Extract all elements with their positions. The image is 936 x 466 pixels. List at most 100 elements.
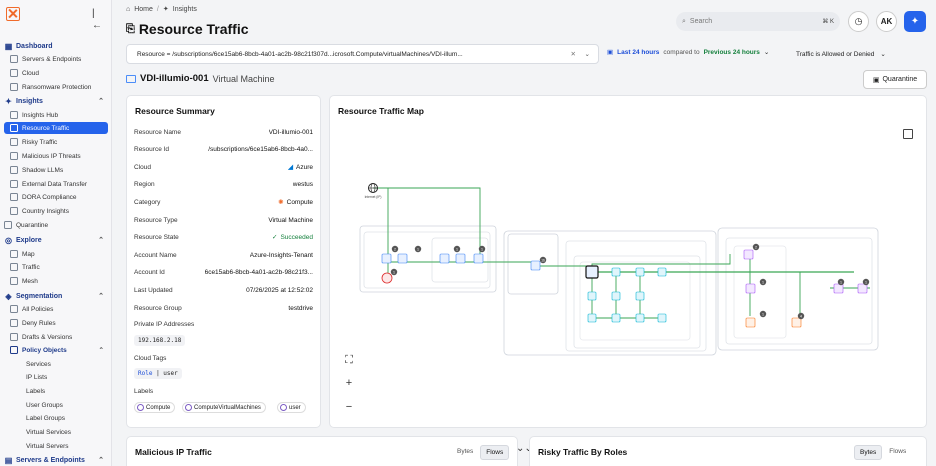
- sidebar-item-services[interactable]: Services: [26, 358, 108, 370]
- sidebar-item-label-groups[interactable]: Label Groups: [26, 412, 108, 424]
- compute-icon: ✺: [278, 199, 284, 206]
- clear-icon[interactable]: ✕: [571, 50, 576, 58]
- collapse-sidebar-icon[interactable]: |←: [92, 8, 104, 31]
- toggle-bytes[interactable]: Bytes: [854, 445, 883, 460]
- sidebar-section-insights[interactable]: ✦ Insights ⌃: [4, 95, 108, 107]
- map-node[interactable]: [587, 313, 597, 323]
- sidebar-item-malicious-ip[interactable]: Malicious IP Threats: [10, 150, 108, 162]
- globe-icon: [10, 207, 18, 215]
- sidebar-section-dashboard[interactable]: ▦ Dashboard: [4, 40, 108, 52]
- sidebar-item-drafts-versions[interactable]: Drafts & Versions: [10, 331, 108, 343]
- map-node[interactable]: [857, 283, 868, 294]
- map-node[interactable]: [473, 253, 484, 264]
- sidebar-item-traffic[interactable]: Traffic: [10, 261, 108, 273]
- sidebar-item-quarantine[interactable]: Quarantine: [4, 219, 108, 231]
- map-node[interactable]: [833, 283, 844, 294]
- breadcrumb-insights[interactable]: Insights: [173, 6, 197, 13]
- sidebar-item-virtual-servers[interactable]: Virtual Servers: [26, 440, 108, 452]
- ai-assistant-icon[interactable]: ✦: [904, 11, 926, 32]
- sidebar-item-shadow-llms[interactable]: Shadow LLMs: [10, 164, 108, 176]
- map-node[interactable]: [587, 291, 597, 301]
- sidebar-item-deny-rules[interactable]: Deny Rules: [10, 317, 108, 329]
- toggle-bytes[interactable]: Bytes: [452, 445, 478, 460]
- server-icon: [10, 55, 18, 63]
- sidebar-item-map[interactable]: Map: [10, 248, 108, 260]
- map-node[interactable]: [745, 283, 756, 294]
- history-icon[interactable]: ◷: [848, 11, 869, 32]
- sidebar-item-labels[interactable]: Labels: [26, 385, 108, 397]
- private-ip-label: Private IP Addresses: [134, 321, 195, 328]
- zoom-out-icon[interactable]: −: [340, 398, 358, 416]
- sidebar-item-cloud[interactable]: Cloud: [10, 67, 108, 79]
- map-node[interactable]: [611, 291, 621, 301]
- sidebar-item-dora[interactable]: DORA Compliance: [10, 191, 108, 203]
- avatar[interactable]: AK: [876, 11, 897, 32]
- sidebar-item-country-insights[interactable]: Country Insights: [10, 205, 108, 217]
- summary-row: Resource Name VDI-illumio-001: [134, 128, 313, 136]
- illumio-logo-icon[interactable]: [6, 7, 20, 21]
- region-box: [503, 230, 717, 356]
- expand-icon[interactable]: [903, 129, 913, 139]
- selected-vm-node[interactable]: [585, 265, 599, 279]
- compliance-icon: [10, 193, 18, 201]
- map-node[interactable]: [397, 253, 408, 264]
- map-node[interactable]: [657, 267, 667, 277]
- sidebar-item-ip-lists[interactable]: IP Lists: [26, 371, 108, 383]
- traffic-link: [750, 271, 801, 320]
- map-node[interactable]: [745, 317, 756, 328]
- sidebar-item-mesh[interactable]: Mesh: [10, 275, 108, 287]
- sidebar-item-virtual-services[interactable]: Virtual Services: [26, 426, 108, 438]
- sidebar-item-user-groups[interactable]: User Groups: [26, 399, 108, 411]
- search-input[interactable]: ⌕ Search ⌘ K: [676, 12, 840, 31]
- map-node[interactable]: [611, 313, 621, 323]
- traffic-filter-select[interactable]: Traffic is Allowed or Denied ⌄: [790, 44, 910, 64]
- breadcrumb-home[interactable]: Home: [134, 6, 153, 13]
- sidebar-section-explore[interactable]: ◎ Explore ⌃: [4, 234, 108, 246]
- quarantine-button[interactable]: ▣ Quarantine: [863, 70, 927, 89]
- chevron-up-icon: ⌃: [98, 457, 104, 464]
- node-count-badge: 16: [539, 256, 547, 264]
- quarantine-icon: ▣: [872, 76, 880, 84]
- zoom-in-icon[interactable]: +: [340, 374, 358, 392]
- resource-filter-value: /subscriptions/6ce15ab6-8bcb-4a01-ac2b-9…: [172, 50, 463, 58]
- sidebar-item-risky-traffic[interactable]: Risky Traffic: [10, 136, 108, 148]
- time-range-selector[interactable]: ▣ Last 24 hours compared to Previous 24 …: [607, 48, 769, 57]
- map-node[interactable]: [635, 267, 645, 277]
- summary-row: Last Updated 07/26/2025 at 12:52:02: [134, 286, 313, 294]
- map-node-alert[interactable]: [381, 272, 393, 284]
- toggle-flows[interactable]: Flows: [884, 445, 911, 460]
- chevron-up-icon: ⌃: [98, 293, 104, 300]
- sidebar-item-ransomware[interactable]: Ransomware Protection: [10, 81, 108, 93]
- sidebar-item-resource-traffic[interactable]: Resource Traffic: [4, 122, 108, 134]
- toggle-flows[interactable]: Flows: [480, 445, 510, 460]
- sidebar-item-servers-endpoints[interactable]: Servers & Endpoints: [10, 53, 108, 65]
- traffic-icon: [10, 124, 18, 132]
- page-title: ⎘ Resource Traffic: [126, 21, 249, 37]
- map-node[interactable]: [455, 253, 466, 264]
- sidebar-section-servers-endpoints[interactable]: ▤ Servers & Endpoints ⌃: [4, 454, 108, 466]
- sidebar-item-external-data[interactable]: External Data Transfer: [10, 178, 108, 190]
- resource-filter-field[interactable]: Resource = /subscriptions/6ce15ab6-8bcb-…: [126, 44, 599, 64]
- map-node[interactable]: [635, 291, 645, 301]
- map-icon: [10, 250, 18, 258]
- summary-row: Resource Id/subscriptions/6ce15ab6-8bcb-…: [134, 145, 313, 153]
- map-node[interactable]: [635, 313, 645, 323]
- map-node[interactable]: [743, 249, 754, 260]
- map-node[interactable]: [611, 267, 621, 277]
- home-icon[interactable]: ⌂: [126, 6, 130, 13]
- chevron-down-icon[interactable]: ⌄: [585, 50, 590, 58]
- sidebar-section-segmentation[interactable]: ◈ Segmentation ⌃: [4, 290, 108, 302]
- sidebar-item-insights-hub[interactable]: Insights Hub: [10, 109, 108, 121]
- sidebar-item-all-policies[interactable]: All Policies: [10, 303, 108, 315]
- sidebar-section-policy-objects[interactable]: Policy Objects ⌃: [10, 344, 108, 356]
- map-node[interactable]: [657, 313, 667, 323]
- map-node[interactable]: [381, 253, 392, 264]
- labels-label: Labels: [134, 388, 154, 395]
- map-node[interactable]: [439, 253, 450, 264]
- compare-range-value: Previous 24 hours: [703, 48, 760, 56]
- fit-to-screen-icon[interactable]: ⛶: [340, 351, 358, 369]
- map-node[interactable]: [530, 260, 541, 271]
- check-circle-icon: ✓: [272, 234, 278, 241]
- map-node[interactable]: [791, 317, 802, 328]
- traffic-map-canvas[interactable]: Internet (IP) 2 1 1 1 1 16 2 1 1 1 1 4: [330, 96, 928, 429]
